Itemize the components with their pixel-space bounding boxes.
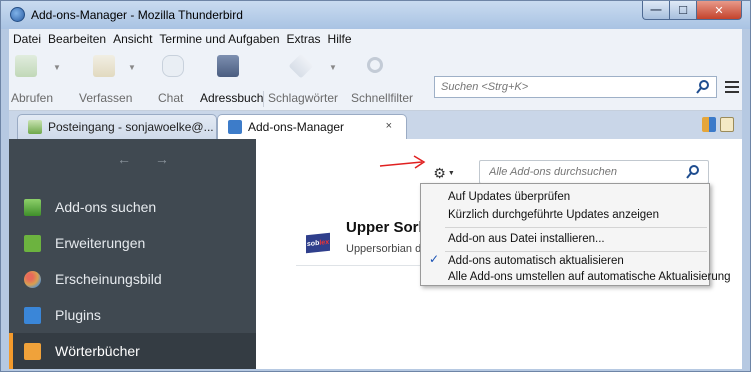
chat-button[interactable]: Chat [158, 53, 184, 105]
menu-bar: Datei Bearbeiten Ansicht Termine und Auf… [9, 29, 742, 49]
soblex-logo-icon: sob lex [306, 232, 330, 254]
tools-gear-button[interactable]: ⚙ ▼ [427, 162, 461, 184]
sidebar-item-get-addons[interactable]: Add-ons suchen [9, 189, 256, 225]
chevron-down-icon: ▼ [447, 169, 455, 177]
address-book-button[interactable]: Adressbuch [200, 53, 263, 105]
sidebar-item-label: Plugins [55, 307, 101, 323]
tabstrip-right-icons [702, 117, 734, 132]
inbox-icon [28, 120, 42, 134]
menu-item-view-recent-updates[interactable]: Kürzlich durchgeführte Updates anzeigen [421, 206, 709, 224]
menu-item-check-updates[interactable]: Auf Updates überprüfen [421, 188, 709, 206]
addons-search-input[interactable] [489, 166, 679, 178]
sidebar-item-label: Erweiterungen [55, 235, 146, 251]
menu-view[interactable]: Ansicht [113, 32, 152, 46]
menu-item-install-from-file[interactable]: Add-on aus Datei installieren... [421, 230, 709, 248]
magnifier-icon [367, 57, 383, 73]
application-window: Add-ons-Manager - Mozilla Thunderbird — … [0, 0, 751, 372]
download-mail-icon [15, 55, 37, 77]
menu-tools[interactable]: Extras [287, 32, 321, 46]
menu-item-reset-all-auto-update[interactable]: Alle Add-ons umstellen auf automatische … [421, 268, 731, 286]
tools-dropdown-menu: Auf Updates überprüfen Kürzlich durchgef… [420, 183, 731, 286]
window-controls: — ☐ ✕ [642, 1, 742, 20]
chat-bubble-icon [162, 55, 184, 77]
window-title: Add-ons-Manager - Mozilla Thunderbird [31, 8, 243, 22]
tasks-icon[interactable] [720, 117, 734, 132]
palette-icon [24, 270, 41, 288]
search-icon[interactable] [696, 79, 710, 95]
tag-label: Schlagwörter [268, 91, 339, 105]
sidebar-item-label: Wörterbücher [55, 343, 140, 359]
tab-strip: Posteingang - sonjawoelke@... Add-ons-Ma… [9, 111, 742, 139]
thunderbird-logo-icon [10, 7, 25, 22]
menu-events-tasks[interactable]: Termine und Aufgaben [159, 32, 279, 46]
get-messages-dropdown-icon[interactable]: ▼ [53, 63, 61, 72]
close-window-button[interactable]: ✕ [696, 1, 742, 20]
dictionary-icon [24, 342, 41, 360]
quick-filter-label: Schnellfilter [351, 91, 414, 105]
search-icon[interactable] [686, 164, 700, 180]
plugin-icon [24, 306, 41, 324]
sidebar-item-appearance[interactable]: Erscheinungsbild [9, 261, 256, 297]
compose-button[interactable]: Verfassen [79, 53, 132, 105]
puzzle-icon [24, 234, 41, 252]
quick-filter-button[interactable]: Schnellfilter [351, 53, 413, 105]
maximize-button[interactable]: ☐ [669, 1, 696, 20]
global-search-box[interactable] [434, 76, 717, 98]
close-tab-icon[interactable]: × [386, 120, 392, 132]
toolbar-separator [263, 91, 264, 107]
main-toolbar: Abrufen ▼ Verfassen ▼ Chat Adressbuch Sc… [9, 49, 742, 111]
tab-inbox-label: Posteingang - sonjawoelke@... [48, 120, 214, 134]
tag-dropdown-icon[interactable]: ▼ [329, 63, 337, 72]
gear-icon: ⚙ [433, 164, 446, 181]
compose-pencil-icon [93, 55, 115, 77]
sidebar-item-label: Erscheinungsbild [55, 271, 162, 287]
sidebar-item-plugins[interactable]: Plugins [9, 297, 256, 333]
compose-dropdown-icon[interactable]: ▼ [128, 63, 136, 72]
menu-separator [445, 227, 707, 228]
tag-icon [288, 53, 314, 79]
compose-label: Verfassen [79, 91, 133, 105]
calendar-icon[interactable] [702, 117, 716, 132]
chat-label: Chat [158, 91, 184, 105]
minimize-button[interactable]: — [642, 1, 669, 20]
get-messages-label: Abrufen [11, 91, 54, 105]
tab-addons-label: Add-ons-Manager [248, 120, 345, 134]
global-search-input[interactable] [441, 81, 681, 93]
puzzle-icon [228, 120, 242, 134]
address-book-label: Adressbuch [200, 91, 264, 105]
tab-addons-manager[interactable]: Add-ons-Manager × [217, 114, 407, 139]
addons-search-box[interactable] [479, 160, 709, 184]
sidebar-item-dictionaries[interactable]: Wörterbücher [9, 333, 256, 369]
tag-button[interactable]: Schlagwörter [268, 53, 338, 105]
menu-help[interactable]: Hilfe [328, 32, 352, 46]
sidebar-item-label: Add-ons suchen [55, 199, 157, 215]
back-forward-arrows[interactable]: ← → [117, 151, 179, 167]
address-book-icon [217, 55, 239, 77]
sidebar-item-extensions[interactable]: Erweiterungen [9, 225, 256, 261]
download-icon [24, 198, 41, 216]
menu-edit[interactable]: Bearbeiten [48, 32, 106, 46]
get-messages-button[interactable]: Abrufen [11, 53, 53, 105]
menu-file[interactable]: Datei [13, 32, 41, 46]
addons-category-sidebar: ← → Add-ons suchen Erweiterungen Erschei… [9, 139, 256, 369]
hamburger-menu-icon[interactable] [725, 81, 739, 96]
annotation-red-arrow-icon [379, 155, 426, 169]
title-bar: Add-ons-Manager - Mozilla Thunderbird — … [1, 1, 750, 29]
tab-inbox[interactable]: Posteingang - sonjawoelke@... [17, 114, 217, 139]
